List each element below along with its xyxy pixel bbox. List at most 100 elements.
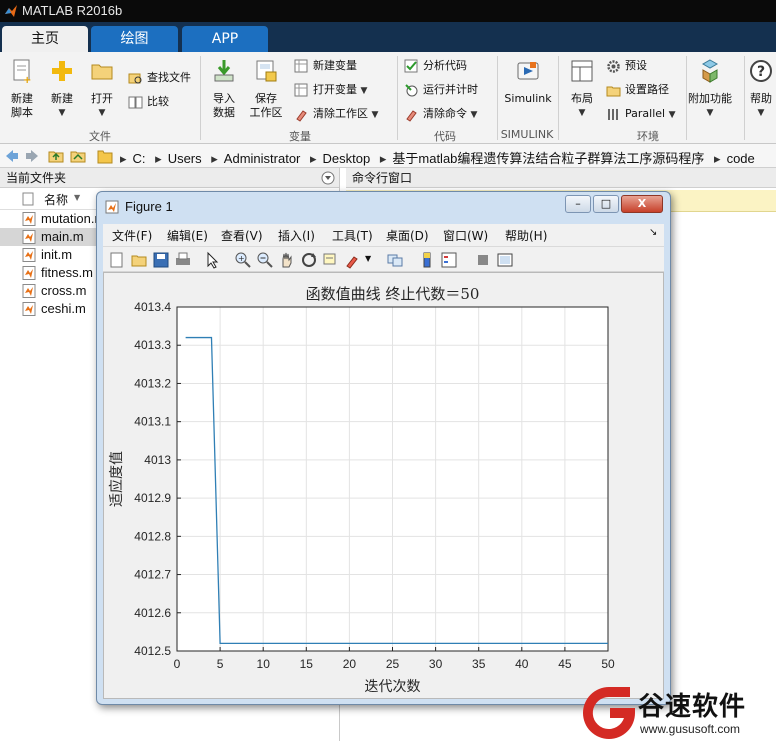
- layout-dropdown-icon[interactable]: ▼: [560, 106, 604, 120]
- open-file-icon[interactable]: [130, 251, 148, 269]
- parallel-dropdown-icon[interactable]: ▼: [669, 110, 676, 120]
- minimize-button[interactable]: –: [565, 195, 591, 213]
- show-plot-tools-icon[interactable]: [496, 251, 514, 269]
- app-titlebar: MATLAB R2016b: [0, 0, 776, 22]
- menu-tools[interactable]: 工具(T): [332, 227, 373, 244]
- file-name: main.m: [41, 229, 84, 244]
- menu-file[interactable]: 文件(F): [112, 227, 152, 244]
- clear-commands-button[interactable]: 清除命令 ▼: [404, 104, 477, 124]
- new-button[interactable]: 新建 ▼: [40, 58, 84, 120]
- import-data-button[interactable]: 导入 数据: [202, 58, 246, 120]
- file-name: fitness.m: [41, 265, 94, 280]
- figure-window[interactable]: Figure 1 – □ X 文件(F) 编辑(E) 查看(V) 插入(I) 工…: [96, 191, 671, 705]
- colorbar-icon[interactable]: [418, 251, 436, 269]
- preferences-button[interactable]: 预设: [606, 56, 647, 76]
- zoom-out-icon[interactable]: [256, 251, 274, 269]
- m-file-icon: [22, 302, 36, 316]
- group-simulink-label: SIMULINK: [500, 128, 554, 141]
- y-tick-label: 4012.7: [134, 568, 171, 582]
- hide-plot-tools-icon[interactable]: [474, 251, 492, 269]
- breadcrumb-item[interactable]: code: [727, 151, 755, 166]
- breadcrumb-item[interactable]: 基于matlab编程遗传算法结合粒子群算法工序源码程序: [392, 151, 704, 166]
- new-variable-icon: [294, 59, 308, 72]
- x-tick-label: 10: [257, 657, 271, 671]
- name-column-header[interactable]: 名称: [44, 191, 68, 208]
- menu-edit[interactable]: 编辑(E): [167, 227, 208, 244]
- x-tick-label: 0: [174, 657, 181, 671]
- close-button[interactable]: X: [621, 195, 663, 213]
- y-tick-label: 4013.1: [134, 415, 171, 429]
- new-dropdown-icon[interactable]: ▼: [40, 106, 84, 120]
- zoom-in-icon[interactable]: +: [234, 251, 252, 269]
- group-variable-label: 变量: [289, 130, 311, 143]
- browse-folder-icon[interactable]: [70, 148, 86, 164]
- breadcrumb-item[interactable]: Desktop: [323, 151, 371, 166]
- menubar-collapse-icon[interactable]: ↘: [649, 227, 657, 238]
- x-tick-label: 5: [217, 657, 224, 671]
- menu-window[interactable]: 窗口(W): [443, 227, 488, 244]
- compare-button[interactable]: 比较: [128, 92, 169, 112]
- open-variable-button[interactable]: 打开变量 ▼: [294, 80, 367, 100]
- new-script-button[interactable]: + 新建 脚本: [0, 58, 44, 120]
- open-button[interactable]: 打开 ▼: [80, 58, 124, 120]
- clear-workspace-button[interactable]: 清除工作区 ▼: [294, 104, 378, 124]
- addons-dropdown-icon[interactable]: ▼: [688, 106, 732, 120]
- link-plot-icon[interactable]: [386, 251, 404, 269]
- data-cursor-icon[interactable]: [322, 251, 340, 269]
- menu-desktop[interactable]: 桌面(D): [386, 227, 429, 244]
- svg-text:+: +: [23, 75, 31, 84]
- set-path-button[interactable]: 设置路径: [606, 80, 669, 100]
- up-folder-icon[interactable]: [48, 148, 64, 164]
- preferences-label: 预设: [625, 59, 647, 72]
- forward-arrow-icon[interactable]: [24, 148, 40, 164]
- addons-button[interactable]: 附加功能 ▼: [688, 58, 732, 120]
- figure-canvas[interactable]: 0 5 10 15 20 25 30 35 40 45 50 4012.5 4012.6 4012.7 40…: [103, 272, 664, 699]
- restore-button[interactable]: □: [593, 195, 619, 213]
- simulink-button[interactable]: Simulink: [500, 58, 556, 106]
- clear-commands-dropdown-icon[interactable]: ▼: [471, 110, 478, 120]
- save-workspace-button[interactable]: 保存 工作区: [244, 58, 288, 120]
- breadcrumb-item[interactable]: C:: [133, 151, 146, 166]
- open-label: 打开: [91, 92, 113, 105]
- figure-menubar: 文件(F) 编辑(E) 查看(V) 插入(I) 工具(T) 桌面(D) 窗口(W…: [103, 224, 664, 246]
- save-workspace-label: 保存 工作区: [249, 92, 283, 119]
- panel-menu-icon[interactable]: [321, 171, 335, 185]
- find-files-button[interactable]: 查找文件: [128, 68, 191, 88]
- help-label: 帮助: [750, 92, 772, 105]
- menu-insert[interactable]: 插入(I): [278, 227, 315, 244]
- breadcrumb-item[interactable]: Administrator: [224, 151, 301, 166]
- save-icon[interactable]: [152, 251, 170, 269]
- menu-view[interactable]: 查看(V): [221, 227, 263, 244]
- back-arrow-icon[interactable]: [4, 148, 20, 164]
- brush-dropdown-icon[interactable]: ▼: [365, 254, 371, 263]
- svg-text:?: ?: [757, 64, 765, 80]
- file-name: cross.m: [41, 283, 87, 298]
- print-icon[interactable]: [174, 251, 192, 269]
- menu-help[interactable]: 帮助(H): [505, 227, 547, 244]
- run-and-time-icon: [405, 83, 418, 96]
- analyze-code-button[interactable]: 分析代码: [404, 56, 467, 76]
- new-figure-icon[interactable]: [108, 251, 126, 269]
- gear-icon: [607, 59, 620, 73]
- parallel-button[interactable]: Parallel ▼: [606, 104, 676, 124]
- layout-button[interactable]: 布局 ▼: [560, 58, 604, 120]
- help-button[interactable]: ? 帮助 ▼: [746, 58, 776, 120]
- command-window-header: 命令行窗口: [346, 168, 776, 188]
- brush-data-icon[interactable]: [344, 251, 362, 269]
- open-variable-dropdown-icon[interactable]: ▼: [361, 86, 368, 96]
- run-and-time-button[interactable]: 运行并计时: [404, 80, 478, 100]
- addons-icon: [701, 59, 719, 83]
- tab-home[interactable]: 主页: [2, 26, 88, 52]
- folder-icon: [97, 150, 113, 164]
- clear-workspace-dropdown-icon[interactable]: ▼: [372, 110, 379, 120]
- help-dropdown-icon[interactable]: ▼: [746, 106, 776, 120]
- tab-plots[interactable]: 绘图: [91, 26, 178, 52]
- pan-hand-icon[interactable]: [278, 251, 296, 269]
- select-arrow-icon[interactable]: [204, 251, 222, 269]
- tab-apps[interactable]: APP: [182, 26, 268, 52]
- new-variable-button[interactable]: 新建变量: [294, 56, 357, 76]
- breadcrumb-item[interactable]: Users: [168, 151, 202, 166]
- open-dropdown-icon[interactable]: ▼: [80, 106, 124, 120]
- rotate-3d-icon[interactable]: [300, 251, 318, 269]
- legend-icon[interactable]: [440, 251, 458, 269]
